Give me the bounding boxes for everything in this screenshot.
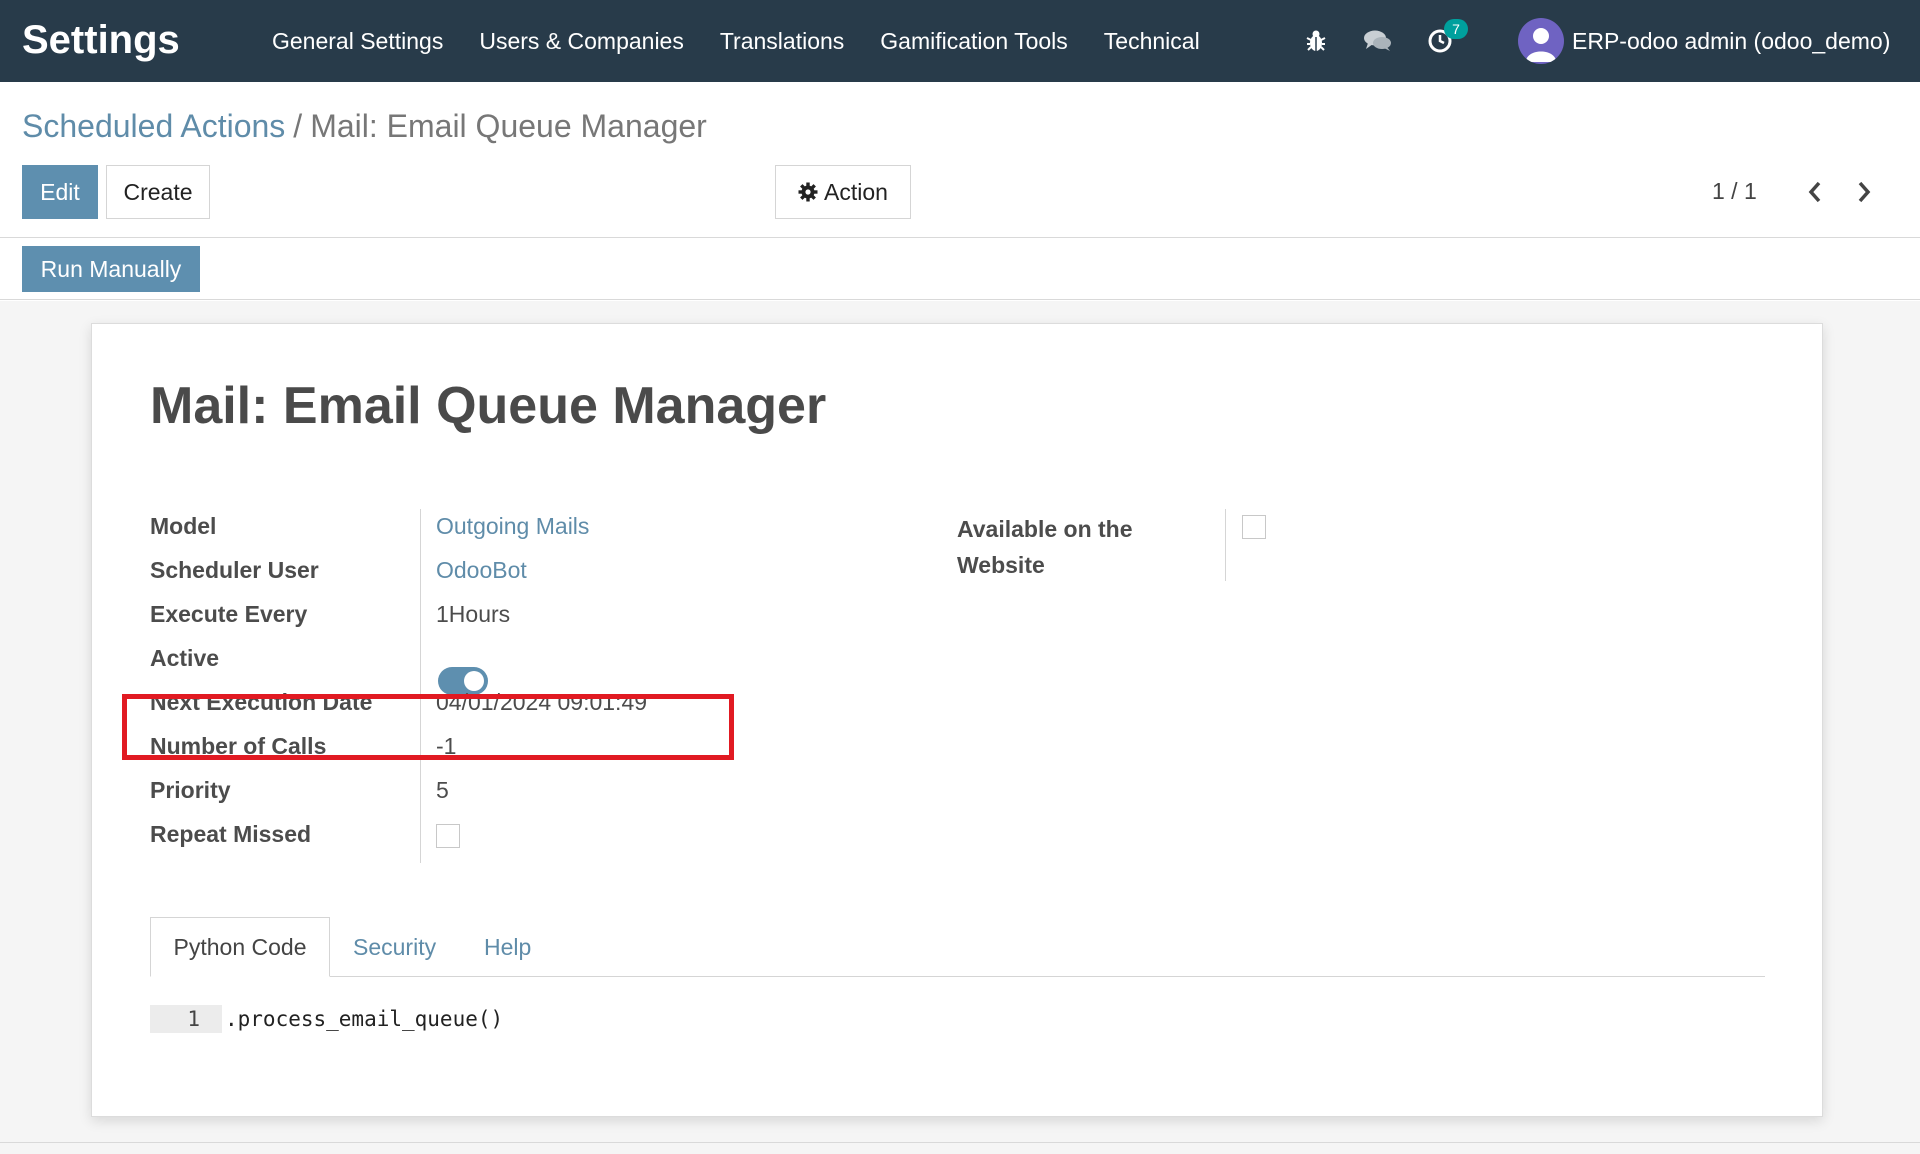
chevron-right-icon	[1858, 181, 1871, 203]
create-button[interactable]: Create	[106, 165, 210, 219]
field-divider	[420, 509, 421, 863]
form-statusbar: Run Manually	[0, 238, 1920, 300]
user-name: ERP-odoo admin (odoo_demo)	[1572, 27, 1891, 54]
user-menu[interactable]: ERP-odoo admin (odoo_demo)	[1518, 0, 1890, 82]
code-line-number: 1	[150, 1005, 222, 1033]
priority-label: Priority	[150, 777, 231, 803]
repeat-missed-label: Repeat Missed	[150, 821, 312, 847]
scheduler-user-field[interactable]: OdooBot	[436, 557, 527, 584]
execute-every-label: Execute Every	[150, 601, 308, 627]
bug-icon[interactable]	[1300, 25, 1332, 57]
repeat-missed-checkbox[interactable]	[436, 824, 460, 848]
bottom-divider	[0, 1142, 1920, 1143]
code-editor-line[interactable]: .process_email_queue()	[225, 1005, 503, 1033]
menu-gamification-tools[interactable]: Gamification Tools	[880, 28, 1068, 55]
priority-field[interactable]: 5	[436, 777, 449, 804]
edit-button[interactable]: Edit	[22, 165, 98, 219]
execute-every-field[interactable]: 1Hours	[436, 601, 510, 628]
model-field[interactable]: Outgoing Mails	[436, 513, 589, 540]
notebook-tabs: Python Code Security Help	[150, 917, 1765, 977]
action-button-label: Action	[824, 178, 888, 205]
systray: 7	[1300, 0, 1486, 82]
main-menu: General Settings Users & Companies Trans…	[272, 0, 1236, 82]
chat-icon[interactable]	[1362, 25, 1394, 57]
breadcrumb: Scheduled Actions / Mail: Email Queue Mana…	[22, 108, 707, 145]
breadcrumb-scheduled-actions[interactable]: Scheduled Actions	[22, 108, 285, 144]
control-panel: Scheduled Actions / Mail: Email Queue Mana…	[0, 82, 1920, 238]
scheduler-user-label: Scheduler User	[150, 557, 319, 583]
menu-translations[interactable]: Translations	[720, 28, 844, 55]
chevron-left-icon	[1808, 181, 1821, 203]
top-navbar: Settings General Settings Users & Compan…	[0, 0, 1920, 82]
pager-value[interactable]: 1 / 1	[1712, 178, 1757, 205]
active-label: Active	[150, 645, 220, 671]
available-on-website-label: Available on the Website	[957, 516, 1133, 578]
avatar	[1518, 18, 1564, 64]
form-content: Mail: Email Queue Manager Model Outgoing…	[0, 301, 1920, 1154]
available-on-website-checkbox[interactable]	[1242, 515, 1266, 539]
pager-next-button[interactable]	[1844, 172, 1884, 212]
activity-badge: 7	[1444, 19, 1468, 39]
tab-security[interactable]: Security	[353, 917, 436, 977]
tab-python-code[interactable]: Python Code	[150, 917, 330, 977]
menu-technical[interactable]: Technical	[1104, 28, 1200, 55]
menu-users-companies[interactable]: Users & Companies	[479, 28, 684, 55]
tab-help[interactable]: Help	[484, 917, 531, 977]
highlight-box	[122, 694, 734, 760]
breadcrumb-separator: /	[293, 108, 303, 144]
gear-icon	[798, 182, 818, 202]
pager-previous-button[interactable]	[1795, 172, 1835, 212]
app-title[interactable]: Settings	[22, 18, 180, 63]
action-button[interactable]: Action	[775, 165, 911, 219]
clock-icon[interactable]: 7	[1424, 19, 1468, 57]
form-sheet: Mail: Email Queue Manager Model Outgoing…	[91, 323, 1823, 1117]
model-label: Model	[150, 513, 217, 539]
menu-general-settings[interactable]: General Settings	[272, 28, 443, 55]
field-divider-right	[1225, 509, 1226, 581]
run-manually-button[interactable]: Run Manually	[22, 246, 200, 292]
breadcrumb-current: Mail: Email Queue Manager	[310, 108, 707, 144]
record-title[interactable]: Mail: Email Queue Manager	[150, 376, 826, 436]
